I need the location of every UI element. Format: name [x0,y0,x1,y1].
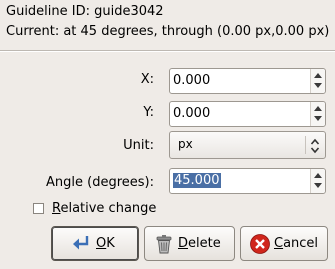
spin-up-icon[interactable] [314,173,322,178]
unit-label: Unit: [123,138,154,153]
ok-label: OK [96,236,115,251]
x-spinbox[interactable]: 0.000 [169,68,326,94]
unit-dropdown[interactable]: px [169,131,326,159]
unit-value: px [178,137,193,151]
spin-down-icon[interactable] [314,83,322,88]
y-spin-arrows[interactable] [310,102,325,126]
y-value[interactable]: 0.000 [173,106,210,121]
angle-spin-arrows[interactable] [310,169,325,193]
delete-button[interactable]: Delete [144,226,235,261]
current-position-text: Current: at 45 degrees, through (0.00 px… [6,24,330,39]
cancel-label: Cancel [274,236,319,251]
spin-up-icon[interactable] [314,106,322,111]
ok-arrow-icon [73,236,89,250]
dropdown-divider [305,136,306,154]
angle-spinbox[interactable]: 45.000 [169,168,326,194]
x-value[interactable]: 0.000 [173,73,210,88]
relative-change-label[interactable]: Relative change [52,201,156,216]
spin-up-icon[interactable] [314,73,322,78]
guideline-id-text: Guideline ID: guide3042 [6,4,164,19]
x-spin-arrows[interactable] [310,69,325,93]
y-label: Y: [143,105,154,120]
relative-change-checkbox[interactable] [33,203,44,214]
angle-value[interactable]: 45.000 [173,173,221,188]
trash-icon [156,235,172,254]
spin-down-icon[interactable] [314,183,322,188]
updown-chevron-icon [310,138,320,154]
spin-down-icon[interactable] [314,116,322,121]
x-label: X: [140,72,154,87]
cancel-icon [250,234,270,254]
delete-label: Delete [178,236,221,251]
cancel-button[interactable]: Cancel [240,226,328,261]
angle-label: Angle (degrees): [46,175,154,190]
y-spinbox[interactable]: 0.000 [169,101,326,127]
ok-button[interactable]: OK [51,226,139,261]
separator [0,50,335,52]
